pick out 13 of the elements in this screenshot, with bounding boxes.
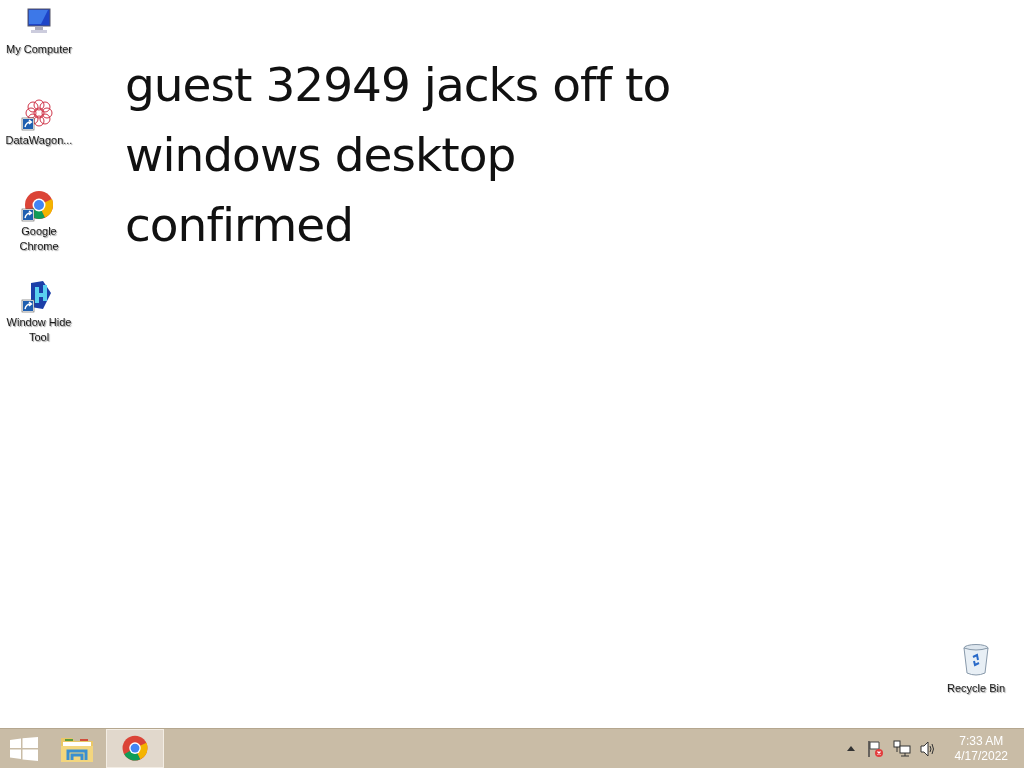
flag-icon[interactable]	[866, 739, 885, 758]
icon-label[interactable]: Google Chrome	[1, 224, 77, 254]
chevron-up-icon[interactable]	[846, 746, 855, 751]
icon-label[interactable]: Recycle Bin	[946, 681, 1006, 696]
wallpaper-text: guest 32949 jacks off to windows desktop confirmed	[125, 56, 671, 254]
speaker-icon[interactable]	[918, 739, 937, 758]
chrome-taskbar-button[interactable]	[106, 729, 164, 768]
recycle-bin-icon[interactable]	[962, 643, 990, 677]
network-icon[interactable]	[892, 739, 911, 758]
icon-label[interactable]: DataWagon...	[1, 133, 77, 148]
icon-label[interactable]: My Computer	[1, 42, 77, 57]
windows-logo-icon	[10, 736, 38, 761]
icon-label[interactable]: Window Hide Tool	[1, 315, 77, 345]
